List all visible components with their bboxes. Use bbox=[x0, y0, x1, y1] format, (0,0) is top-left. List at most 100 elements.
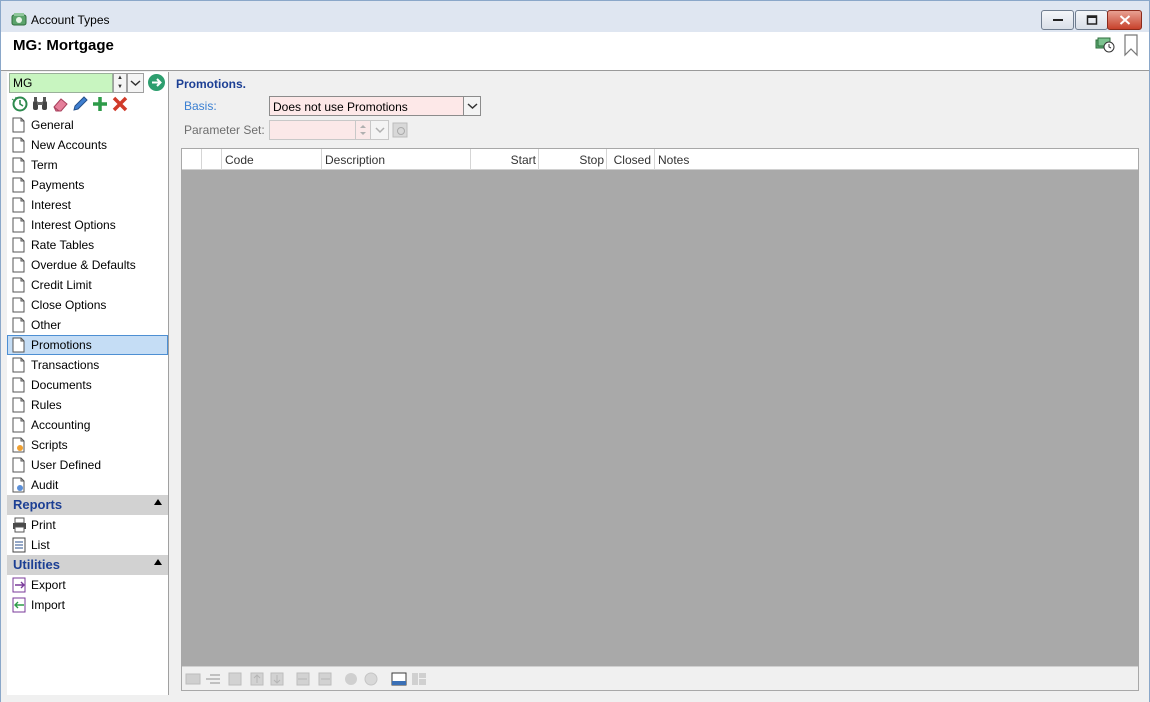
record-header: MG: Mortgage bbox=[1, 32, 1149, 71]
selector-dropdown-button[interactable] bbox=[127, 73, 144, 93]
nav-item-rate-tables[interactable]: Rate Tables bbox=[7, 235, 168, 255]
promotions-grid[interactable]: Code Description Start Stop Closed Notes bbox=[181, 148, 1139, 691]
nav-item-print[interactable]: Print bbox=[7, 515, 168, 535]
nav-item-label: Rate Tables bbox=[31, 238, 95, 252]
nav-item-label: Interest bbox=[31, 198, 72, 212]
spin-down-icon[interactable]: ▼ bbox=[114, 83, 126, 92]
basis-label: Basis: bbox=[184, 99, 217, 113]
close-icon bbox=[1119, 15, 1130, 25]
single-view-icon[interactable] bbox=[391, 671, 407, 687]
selector-spinner[interactable]: ▲ ▼ bbox=[113, 73, 127, 93]
go-button[interactable] bbox=[148, 74, 165, 91]
nav-item-accounting[interactable]: Accounting bbox=[7, 415, 168, 435]
script-document-icon bbox=[12, 437, 25, 453]
restore-button[interactable] bbox=[1075, 10, 1108, 30]
find-binoculars-icon[interactable] bbox=[31, 95, 49, 113]
history-money-icon[interactable] bbox=[1095, 35, 1115, 53]
nav-item-credit-limit[interactable]: Credit Limit bbox=[7, 275, 168, 295]
document-icon bbox=[12, 257, 25, 273]
collapse-icon[interactable] bbox=[154, 499, 162, 505]
nav-item-user-defined[interactable]: User Defined bbox=[7, 455, 168, 475]
column-header-stop[interactable]: Stop bbox=[539, 149, 607, 170]
grid-header: Code Description Start Stop Closed Notes bbox=[182, 149, 1138, 170]
eraser-icon[interactable] bbox=[51, 95, 69, 113]
column-header-select[interactable] bbox=[182, 149, 202, 170]
nav-item-other[interactable]: Other bbox=[7, 315, 168, 335]
parameter-set-label: Parameter Set: bbox=[184, 123, 265, 137]
nav-item-interest-options[interactable]: Interest Options bbox=[7, 215, 168, 235]
nav-item-label: Rules bbox=[31, 398, 62, 412]
nav-item-documents[interactable]: Documents bbox=[7, 375, 168, 395]
nav-item-audit[interactable]: Audit bbox=[7, 475, 168, 495]
nav-item-export[interactable]: Export bbox=[7, 575, 168, 595]
basis-dropdown[interactable]: Does not use Promotions bbox=[269, 96, 481, 116]
nav-item-promotions[interactable]: Promotions bbox=[7, 335, 168, 355]
split-view-icon[interactable] bbox=[411, 671, 427, 687]
nav-item-label: Overdue & Defaults bbox=[31, 258, 136, 272]
nav-item-label: Interest Options bbox=[31, 218, 116, 232]
edit-pencil-icon[interactable] bbox=[71, 95, 89, 113]
import-rows-icon[interactable] bbox=[295, 671, 311, 687]
nav-item-interest[interactable]: Interest bbox=[7, 195, 168, 215]
export-rows-icon[interactable] bbox=[317, 671, 333, 687]
nav-item-scripts[interactable]: Scripts bbox=[7, 435, 168, 455]
bookmark-icon[interactable] bbox=[1122, 33, 1140, 57]
basis-value: Does not use Promotions bbox=[273, 100, 408, 114]
chart-icon[interactable] bbox=[343, 671, 359, 687]
move-up-icon[interactable] bbox=[249, 671, 265, 687]
chevron-down-icon[interactable] bbox=[370, 121, 388, 139]
clock-icon[interactable] bbox=[363, 671, 379, 687]
minimize-icon bbox=[1052, 19, 1063, 21]
document-icon bbox=[12, 277, 25, 293]
document-icon bbox=[12, 297, 25, 313]
record-title: MG: Mortgage bbox=[13, 37, 114, 54]
nav-item-label: Accounting bbox=[31, 418, 91, 432]
add-icon[interactable] bbox=[91, 95, 109, 113]
section-title: Promotions. bbox=[176, 77, 247, 91]
nav-item-overdue-defaults[interactable]: Overdue & Defaults bbox=[7, 255, 168, 275]
nav-item-transactions[interactable]: Transactions bbox=[7, 355, 168, 375]
collapse-icon[interactable] bbox=[154, 559, 162, 565]
nav-item-label: Close Options bbox=[31, 298, 107, 312]
nav-item-new-accounts[interactable]: New Accounts bbox=[7, 135, 168, 155]
document-icon bbox=[12, 417, 25, 433]
nav-item-label: List bbox=[31, 538, 50, 552]
nav-item-label: Print bbox=[31, 518, 56, 532]
delete-icon[interactable] bbox=[111, 95, 129, 113]
column-header-start[interactable]: Start bbox=[471, 149, 539, 170]
minimize-button[interactable] bbox=[1041, 10, 1074, 30]
nav-item-rules[interactable]: Rules bbox=[7, 395, 168, 415]
close-button[interactable] bbox=[1107, 10, 1142, 30]
add-column-icon[interactable] bbox=[205, 671, 221, 687]
delete-row-icon[interactable] bbox=[227, 671, 243, 687]
document-icon bbox=[12, 317, 25, 333]
insert-row-icon[interactable] bbox=[185, 671, 201, 687]
move-down-icon[interactable] bbox=[269, 671, 285, 687]
spin-up-icon[interactable]: ▲ bbox=[114, 74, 126, 83]
parameter-open-icon[interactable] bbox=[392, 122, 408, 138]
column-header-closed[interactable]: Closed bbox=[607, 149, 655, 170]
nav-item-term[interactable]: Term bbox=[7, 155, 168, 175]
nav-item-label: Credit Limit bbox=[31, 278, 92, 292]
utilities-section-header[interactable]: Utilities bbox=[7, 555, 168, 575]
column-header-indicator[interactable] bbox=[202, 149, 222, 170]
column-header-code[interactable]: Code bbox=[222, 149, 322, 170]
reports-section-header[interactable]: Reports bbox=[7, 495, 168, 515]
chevron-down-icon[interactable] bbox=[463, 97, 480, 115]
title-bar[interactable]: Account Types bbox=[1, 1, 1149, 32]
nav-item-import[interactable]: Import bbox=[7, 595, 168, 615]
nav-item-payments[interactable]: Payments bbox=[7, 175, 168, 195]
document-icon bbox=[12, 237, 25, 253]
printer-icon bbox=[12, 517, 26, 533]
parameter-spinner[interactable] bbox=[355, 121, 369, 139]
parameter-set-dropdown[interactable] bbox=[269, 120, 389, 140]
nav-item-general[interactable]: General bbox=[7, 115, 168, 135]
history-icon[interactable] bbox=[11, 95, 29, 113]
column-header-notes[interactable]: Notes bbox=[655, 149, 1138, 170]
document-icon bbox=[12, 217, 25, 233]
account-type-selector-input[interactable]: MG bbox=[9, 73, 113, 93]
nav-item-label: Term bbox=[31, 158, 58, 172]
column-header-description[interactable]: Description bbox=[322, 149, 471, 170]
nav-item-close-options[interactable]: Close Options bbox=[7, 295, 168, 315]
nav-item-list[interactable]: List bbox=[7, 535, 168, 555]
